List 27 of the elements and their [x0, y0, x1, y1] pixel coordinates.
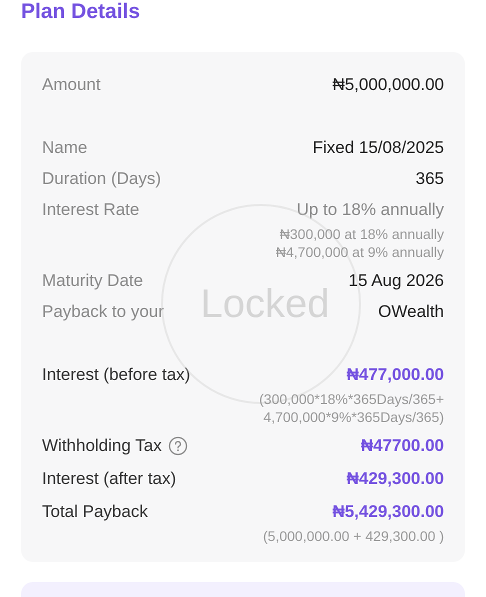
detail-label: Interest Rate — [42, 199, 140, 221]
detail-value: 15 Aug 2026 — [348, 270, 444, 292]
detail-label: Name — [42, 137, 88, 159]
detail-value: Fixed 15/08/2025 — [312, 137, 444, 159]
detail-value: ₦429,300.00 — [346, 468, 444, 490]
detail-value: ₦477,000.00 — [346, 364, 444, 386]
detail-value: 365 — [416, 168, 444, 190]
help-icon[interactable] — [168, 436, 188, 456]
detail-label: Withholding Tax — [42, 435, 162, 457]
detail-value: ₦47700.00 — [360, 435, 444, 457]
detail-value: ₦5,429,300.00 — [332, 501, 444, 523]
detail-label: Interest (before tax) — [42, 364, 190, 386]
detail-note: 4,700,000*9%*365Days/365) — [263, 408, 444, 426]
detail-label: Total Payback — [42, 501, 148, 523]
detail-note: ₦300,000 at 18% annually — [280, 225, 444, 243]
detail-note: (300,000*18%*365Days/365+ — [259, 390, 444, 408]
detail-value: Up to 18% annually — [296, 199, 444, 221]
detail-note: (5,000,000.00 + 429,300.00 ) — [263, 527, 444, 545]
detail-label: Amount — [42, 74, 101, 96]
detail-label: Maturity Date — [42, 270, 144, 292]
page-title: Plan Details — [20, 0, 142, 24]
detail-label: Duration (Days) — [42, 168, 162, 190]
detail-value: ₦5,000,000.00 — [332, 74, 444, 96]
detail-label: Payback to your — [42, 301, 164, 323]
detail-value: OWealth — [378, 301, 444, 323]
detail-label: Interest (after tax) — [42, 468, 176, 490]
detail-note: ₦4,700,000 at 9% annually — [276, 243, 444, 261]
